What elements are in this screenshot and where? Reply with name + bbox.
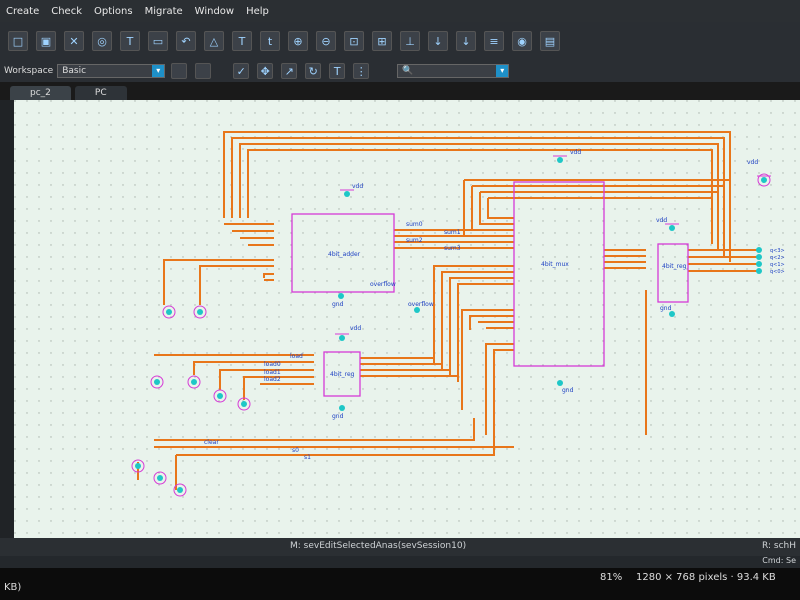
grid-dots — [14, 100, 800, 538]
sum1-label: sum1 — [444, 229, 461, 236]
font-icon[interactable]: T — [232, 31, 252, 51]
wire-icon[interactable]: ⊥ — [400, 31, 420, 51]
vdd-label-mux: vdd — [570, 149, 581, 156]
gnd-label-mux: gnd — [562, 387, 574, 394]
output-pin-labels: q<3> q<2> q<1> q<0> — [770, 248, 785, 275]
schematic-canvas[interactable]: vdd gnd 4bit_adder sum0 sum1 sum2 sum3 o… — [14, 100, 800, 538]
tab-pc[interactable]: PC — [74, 86, 127, 100]
q1-output-label: q<1> — [770, 262, 785, 268]
q0-output-label: q<0> — [770, 269, 785, 275]
reg2-label: 4bit_reg — [662, 263, 687, 270]
gnd-label-adder: gnd — [332, 301, 344, 308]
layout-icon[interactable] — [171, 63, 188, 79]
label-icon[interactable]: ↓ — [456, 31, 476, 51]
vdd-label-reg2: vdd — [656, 217, 667, 224]
vdd-label-adder: vdd — [352, 183, 363, 190]
q3-output-label: q<3> — [770, 248, 785, 254]
load1-label: load1 — [264, 369, 281, 376]
image-viewer-bar: KB) 81% 1280 × 768 pixels · 93.4 KB — [0, 568, 800, 600]
menu-bar: Create Check Options Migrate Window Help — [0, 0, 800, 22]
stretch-icon[interactable]: ↗ — [281, 63, 298, 79]
q2-output-label: q<2> — [770, 255, 785, 261]
font-small-icon[interactable]: t — [260, 31, 280, 51]
zoom-area-icon[interactable]: ⊞ — [372, 31, 392, 51]
zoom-out-icon[interactable]: ⊖ — [316, 31, 336, 51]
workspace-select[interactable]: Basic ▾ — [57, 64, 166, 78]
tab-pc2[interactable]: pc_2 — [10, 86, 71, 100]
grid-icon[interactable]: ⋮ — [353, 63, 370, 79]
save-icon[interactable]: ▤ — [540, 31, 560, 51]
status-bar: M: sevEditSelectedAnas(sevSession10) R: … — [0, 538, 800, 556]
menu-create[interactable]: Create — [6, 6, 39, 17]
reg1-label: 4bit_reg — [330, 371, 355, 378]
open-icon[interactable]: ▣ — [36, 31, 56, 51]
overflow-label: overflow — [408, 301, 434, 308]
text-tool-icon[interactable]: T — [329, 63, 346, 79]
load2-label: load2 — [264, 376, 281, 383]
search-input[interactable]: 🔍 ▾ — [397, 64, 510, 78]
window-icon[interactable]: ▭ — [148, 31, 168, 51]
load0-label: load0 — [264, 361, 281, 368]
vdd-label-reg: vdd — [350, 325, 361, 332]
status-message: M: sevEditSelectedAnas(sevSession10) — [290, 541, 467, 551]
undo-icon[interactable]: ↶ — [176, 31, 196, 51]
select-icon[interactable]: ✓ — [233, 63, 250, 79]
command-bar: Cmd: Se — [0, 556, 800, 568]
workspace-bar: Workspace Basic ▾ ✓ ✥ ↗ ↻ T ⋮ 🔍 ▾ — [0, 60, 800, 82]
load-label: load — [290, 353, 303, 360]
layout-2-icon[interactable] — [195, 63, 212, 79]
zoom-fit-icon[interactable]: ⊡ — [344, 31, 364, 51]
workspace-label: Workspace — [4, 66, 54, 76]
sum0-label: sum0 — [406, 221, 423, 228]
clear-label: clear — [204, 439, 219, 446]
search-icon: 🔍 — [402, 66, 414, 76]
s1-label: s1 — [304, 454, 311, 461]
s0-label: s0 — [292, 447, 299, 454]
menu-help[interactable]: Help — [246, 6, 269, 17]
kb-text: KB) — [4, 582, 22, 593]
mux-label: 4bit_mux — [541, 261, 569, 268]
image-info: 1280 × 768 pixels · 93.4 KB — [636, 572, 776, 583]
sum3-label: sum3 — [444, 245, 461, 252]
zoom-level: 81% — [600, 572, 623, 583]
schematic-svg: vdd gnd 4bit_adder sum0 sum1 sum2 sum3 o… — [14, 100, 800, 538]
menu-migrate[interactable]: Migrate — [145, 6, 183, 17]
info-icon[interactable]: ◎ — [92, 31, 112, 51]
pin-icon[interactable]: ↓ — [428, 31, 448, 51]
menu-options[interactable]: Options — [94, 6, 133, 17]
rotate-icon[interactable]: ↻ — [305, 63, 322, 79]
overflow-pin-label: overflow — [370, 281, 396, 288]
close-icon[interactable]: ✕ — [64, 31, 84, 51]
sum2-label: sum2 — [406, 237, 423, 244]
eye-icon[interactable]: ◉ — [512, 31, 532, 51]
text-icon[interactable]: T — [120, 31, 140, 51]
gnd-label-reg: gnd — [332, 413, 344, 420]
chevron-down-icon: ▾ — [496, 65, 509, 77]
left-panel-strip — [0, 100, 14, 540]
status-right: R: schH — [762, 541, 796, 551]
move-icon[interactable]: ✥ — [257, 63, 274, 79]
main-toolbar: □ ▣ ✕ ◎ T ▭ ↶ △ T t ⊕ ⊖ ⊡ ⊞ ⊥ ↓ ↓ ≡ ◉ ▤ — [0, 22, 800, 60]
menu-window[interactable]: Window — [195, 6, 234, 17]
command-label[interactable]: Cmd: Se — [762, 556, 796, 565]
menu-check[interactable]: Check — [51, 6, 82, 17]
tab-bar: pc_2 PC — [10, 86, 131, 100]
adder-label: 4bit_adder — [328, 251, 361, 258]
zoom-in-icon[interactable]: ⊕ — [288, 31, 308, 51]
warning-icon[interactable]: △ — [204, 31, 224, 51]
bus-icon[interactable]: ≡ — [484, 31, 504, 51]
gnd-label-reg2: gnd — [660, 305, 672, 312]
new-icon[interactable]: □ — [8, 31, 28, 51]
vdd-label-right: vdd — [747, 159, 758, 166]
chevron-down-icon: ▾ — [152, 65, 165, 77]
